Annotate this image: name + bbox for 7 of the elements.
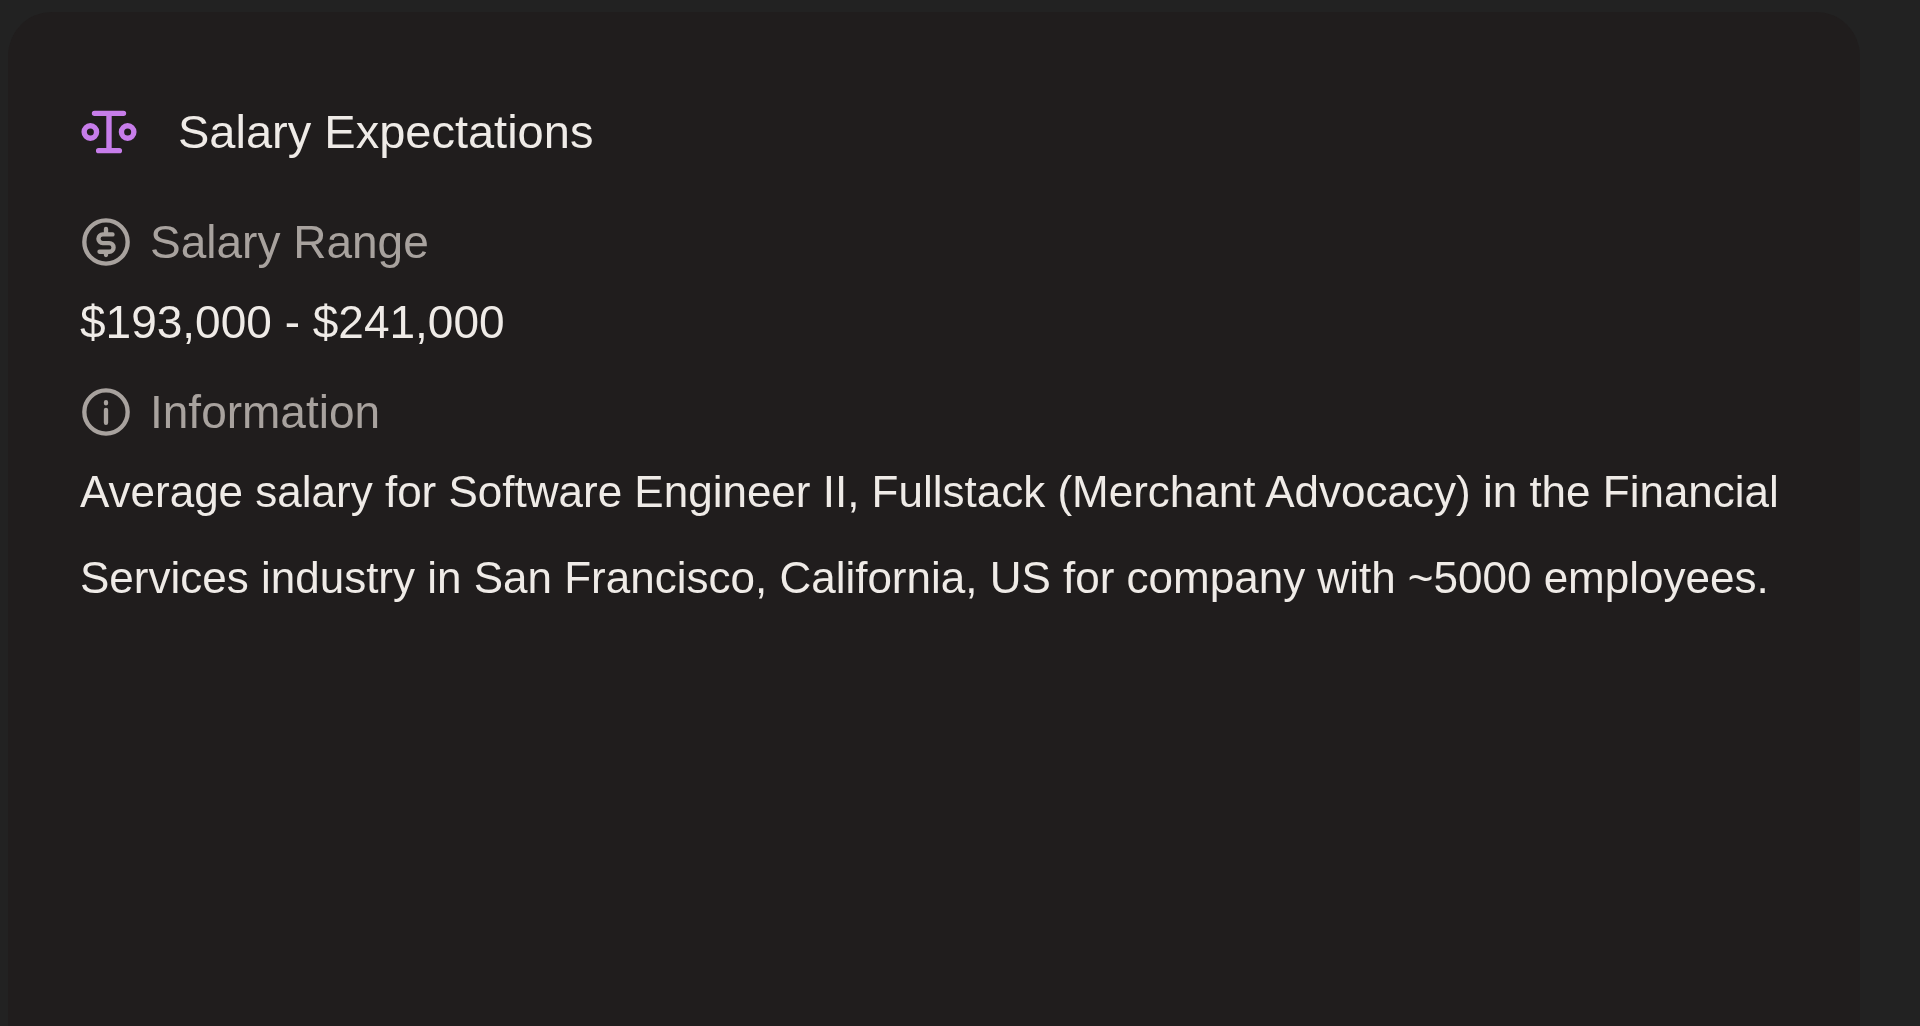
info-text: Average salary for Software Engineer II, Fullstack (Merchant Advocacy) in the Financial Services industry in San Francisco, California, US for company with ~5000 employees. xyxy=(80,466,1780,604)
salary-range: $193,000 - $241,000 xyxy=(80,295,506,349)
section-label: Information xyxy=(150,385,381,439)
dollar-icon xyxy=(80,216,132,268)
info-icon xyxy=(80,386,132,438)
card-title: Salary Expectations xyxy=(178,104,594,159)
section-label: Salary Range xyxy=(150,215,429,269)
